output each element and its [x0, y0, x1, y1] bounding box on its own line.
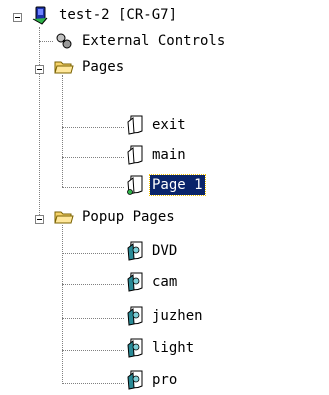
tree-label-page: exit [152, 117, 186, 133]
popup-page-icon [125, 271, 147, 293]
page-icon [125, 144, 147, 166]
popup-page-icon [125, 305, 147, 327]
tree-label-page-selected: Page 1 [149, 174, 206, 196]
collapse-toggle[interactable] [35, 65, 44, 74]
tree-label-popup-page: cam [152, 274, 178, 290]
tree-node-pages[interactable]: Pages [0, 56, 329, 82]
folder-open-icon [53, 56, 75, 78]
tree-node-popup-light[interactable]: light [0, 337, 329, 363]
tree-node-root[interactable]: test-2 [CR-G7] [0, 4, 329, 30]
tree-node-popup-pro[interactable]: pro [0, 369, 329, 395]
tree-node-popup-juzhen[interactable]: juzhen [0, 305, 329, 331]
page-icon [125, 174, 147, 196]
tree-label-popup-page: DVD [152, 243, 178, 259]
collapse-toggle[interactable] [13, 13, 22, 22]
page-icon [125, 114, 147, 136]
tree-label-popup-pages: Popup Pages [82, 209, 175, 225]
collapse-toggle[interactable] [35, 215, 44, 224]
folder-open-icon [53, 206, 75, 228]
tree-node-page-main[interactable]: main [0, 144, 329, 170]
tree-label-external-controls: External Controls [82, 33, 226, 49]
tree-node-popup-pages[interactable]: Popup Pages [0, 206, 329, 232]
popup-page-icon [125, 337, 147, 359]
system-device-icon [30, 4, 52, 26]
tree-label-popup-page: light [152, 340, 195, 356]
tree-label-page: main [152, 147, 186, 163]
tree-node-external-controls[interactable]: External Controls [0, 30, 329, 56]
project-tree: test-2 [CR-G7] External Controls Pages e… [0, 0, 329, 394]
tree-node-popup-dvd[interactable]: DVD [0, 240, 329, 266]
popup-page-icon [125, 240, 147, 262]
external-controls-icon [53, 30, 75, 52]
tree-label-popup-page: pro [152, 372, 178, 388]
tree-label-popup-page: juzhen [152, 308, 203, 324]
tree-node-page-exit[interactable]: exit [0, 114, 329, 140]
popup-page-icon [125, 369, 147, 391]
tree-label-pages: Pages [82, 59, 125, 75]
tree-node-page-1[interactable]: Page 1 [0, 174, 329, 200]
tree-node-popup-cam[interactable]: cam [0, 271, 329, 297]
tree-label-root: test-2 [CR-G7] [59, 7, 178, 23]
